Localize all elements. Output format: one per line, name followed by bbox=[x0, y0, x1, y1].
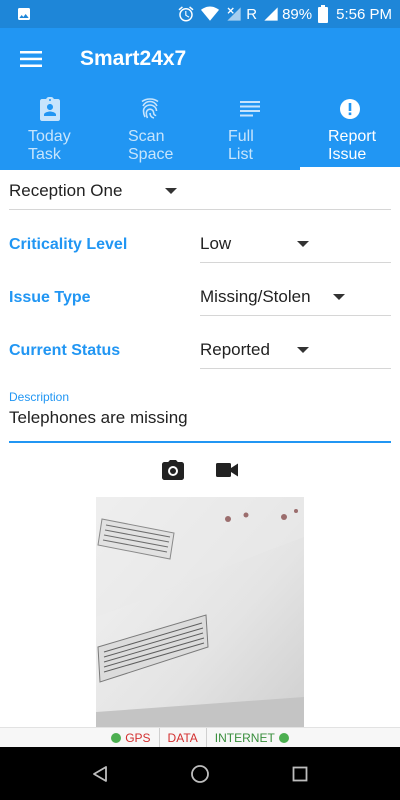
data-indicator: DATA bbox=[158, 727, 206, 748]
connectivity-indicator-bar: GPS DATA INTERNET bbox=[0, 727, 400, 748]
tab-label: Report Issue bbox=[328, 128, 377, 163]
camera-icon[interactable] bbox=[158, 455, 188, 485]
description-value: Telephones are missing bbox=[9, 408, 188, 427]
tab-full-list[interactable]: Full List bbox=[200, 90, 300, 170]
battery-icon bbox=[318, 5, 329, 23]
dropdown-arrow-icon bbox=[333, 294, 345, 300]
gps-indicator: GPS bbox=[99, 728, 158, 748]
location-spinner[interactable]: Reception One bbox=[9, 172, 391, 210]
app-screen: { "status_bar": { "battery_percent": "89… bbox=[0, 0, 400, 800]
current-status-spinner[interactable]: Reported bbox=[200, 331, 391, 369]
alert-circle-icon bbox=[338, 94, 362, 124]
signal-off-icon bbox=[225, 6, 243, 22]
signal-icon bbox=[263, 6, 279, 22]
issue-type-value: Missing/Stolen bbox=[200, 286, 311, 306]
issue-type-label: Issue Type bbox=[9, 289, 91, 306]
criticality-value: Low bbox=[200, 233, 232, 253]
status-dot bbox=[278, 732, 289, 743]
wifi-icon bbox=[201, 6, 220, 22]
tab-label: Full List bbox=[228, 128, 254, 163]
description-label: Description bbox=[9, 390, 70, 404]
current-status-value: Reported bbox=[200, 339, 270, 359]
clipboard-user-icon bbox=[38, 94, 62, 124]
battery-percent: 89% bbox=[282, 5, 313, 23]
status-bar: R 89% 5:56 PM bbox=[0, 0, 400, 28]
tab-scan-space[interactable]: Scan Space bbox=[100, 90, 200, 170]
videocam-icon[interactable] bbox=[212, 455, 242, 485]
issue-type-spinner[interactable]: Missing/Stolen bbox=[200, 278, 391, 316]
image-icon bbox=[16, 6, 32, 22]
alarm-icon bbox=[177, 5, 195, 23]
tab-today-task[interactable]: Today Task bbox=[0, 90, 100, 170]
tab-label: Today Task bbox=[28, 128, 71, 163]
criticality-label: Criticality Level bbox=[9, 236, 128, 253]
network-type-label: R bbox=[246, 5, 258, 23]
current-status-label: Current Status bbox=[9, 342, 121, 359]
fingerprint-icon bbox=[138, 94, 162, 124]
issue-photo[interactable] bbox=[96, 497, 304, 727]
app-bar: Smart24x7 bbox=[0, 28, 400, 90]
recents-icon[interactable] bbox=[286, 760, 314, 788]
back-icon[interactable] bbox=[86, 760, 114, 788]
description-field[interactable]: Description Telephones are missing bbox=[9, 390, 391, 443]
location-value: Reception One bbox=[9, 180, 123, 200]
list-icon bbox=[240, 94, 260, 124]
tab-report-issue[interactable]: Report Issue bbox=[300, 90, 400, 170]
clock: 5:56 PM bbox=[336, 5, 392, 23]
internet-label: INTERNET bbox=[214, 730, 275, 745]
gps-label: GPS bbox=[125, 730, 151, 745]
data-label: DATA bbox=[167, 730, 198, 745]
dropdown-arrow-icon bbox=[297, 241, 309, 247]
active-tab-indicator bbox=[300, 167, 400, 170]
criticality-spinner[interactable]: Low bbox=[200, 225, 391, 263]
media-buttons bbox=[0, 455, 400, 485]
system-nav-bar bbox=[0, 747, 400, 800]
dropdown-arrow-icon bbox=[297, 347, 309, 353]
tab-bar: Today Task Scan Space Full List Report I… bbox=[0, 90, 400, 170]
status-dot bbox=[111, 732, 122, 743]
home-icon[interactable] bbox=[186, 760, 214, 788]
hamburger-menu-icon[interactable] bbox=[0, 28, 62, 90]
tab-label: Scan Space bbox=[128, 128, 174, 163]
app-title: Smart24x7 bbox=[80, 47, 187, 70]
internet-indicator: INTERNET bbox=[205, 727, 301, 748]
dropdown-arrow-icon bbox=[165, 188, 177, 194]
